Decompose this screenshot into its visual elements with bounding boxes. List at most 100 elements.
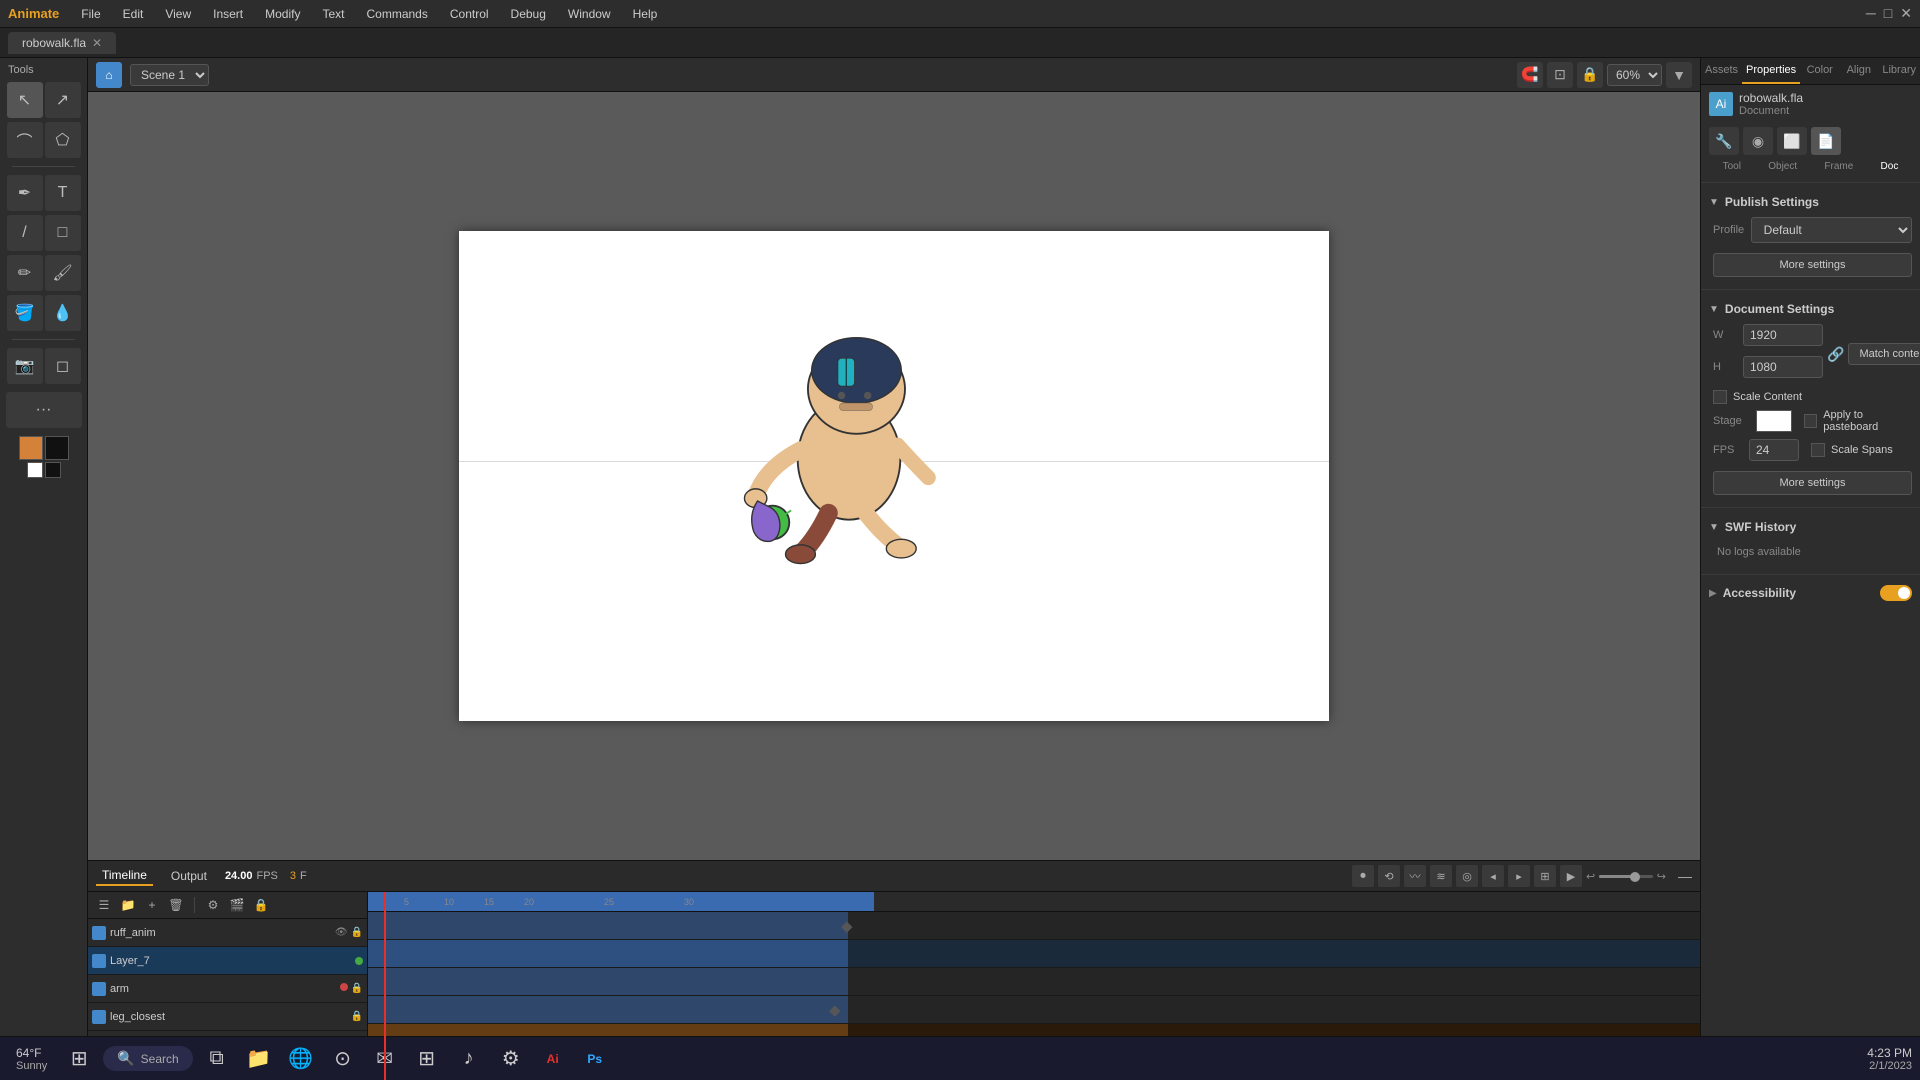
doc-tab[interactable]: 📄 [1811,127,1841,155]
object-tab[interactable]: ◉ [1743,127,1773,155]
publish-settings-header[interactable]: ▼ Publish Settings [1709,195,1912,209]
menu-commands[interactable]: Commands [357,5,438,23]
file-explorer-btn[interactable]: 📁 [241,1041,277,1077]
tl-easing-btn[interactable]: 〰 [1404,865,1426,887]
minimize-btn[interactable]: ─ [1866,5,1876,22]
snap-btn[interactable]: 🧲 [1517,62,1543,88]
menu-view[interactable]: View [155,5,201,23]
stroke-color-swatch[interactable] [45,436,69,460]
redo-icon[interactable]: ↪ [1657,870,1666,883]
layer-props-btn[interactable]: ⚙ [203,895,223,915]
pencil-tool[interactable]: ✏ [7,255,43,291]
doc-more-settings-btn[interactable]: More settings [1713,471,1912,495]
menu-insert[interactable]: Insert [203,5,253,23]
menu-control[interactable]: Control [440,5,499,23]
lasso-tool[interactable]: ⌒ [7,122,43,158]
apps-btn[interactable]: ⊞ [409,1041,445,1077]
menu-edit[interactable]: Edit [113,5,154,23]
zoom-select[interactable]: 60% [1607,64,1662,86]
ps-btn[interactable]: Ps [577,1041,613,1077]
text-tool[interactable]: T [45,175,81,211]
pen-tool[interactable]: ✒ [7,175,43,211]
line-tool[interactable]: / [7,215,43,251]
maximize-btn[interactable]: □ [1884,5,1892,22]
color-tab[interactable]: Color [1800,58,1839,84]
doc-settings-header[interactable]: ▼ Document Settings [1709,302,1912,316]
fit-btn[interactable]: ⊡ [1547,62,1573,88]
tl-play-btn[interactable]: ▶ [1560,865,1582,887]
swf-history-header[interactable]: ▼ SWF History [1709,520,1912,534]
eraser-tool[interactable]: ◻ [45,348,81,384]
more-tools[interactable]: ··· [6,392,82,428]
lock-icon-arm[interactable]: 🔒 [351,983,363,994]
browser-btn[interactable]: 🌐 [283,1041,319,1077]
accessibility-section[interactable]: ▶ Accessibility [1701,579,1920,607]
assets-tab[interactable]: Assets [1701,58,1742,84]
paint-tool[interactable]: 🪣 [7,295,43,331]
tl-record-btn[interactable]: ⏺ [1352,865,1374,887]
zoom-knob[interactable] [1630,872,1640,882]
lock-icon-ruff[interactable]: 🔒 [351,927,363,938]
rect-tool[interactable]: □ [45,215,81,251]
delete-layer-btn[interactable]: 🗑 [166,895,186,915]
layer-anim-btn[interactable]: 🎬 [227,895,247,915]
match-contents-btn[interactable]: Match contents [1848,343,1920,365]
add-folder-btn[interactable]: 📁 [118,895,138,915]
align-tab[interactable]: Align [1839,58,1878,84]
subselect-tool[interactable]: ↗ [45,82,81,118]
stage-color-picker[interactable] [1756,410,1793,432]
tab-close-btn[interactable]: ✕ [92,36,102,50]
width-input[interactable] [1743,324,1823,346]
black-swatch[interactable] [45,462,61,478]
properties-tab[interactable]: Properties [1742,58,1800,84]
file-tab[interactable]: robowalk.fla ✕ [8,32,116,54]
layer-lock-btn[interactable]: 🔒 [251,895,271,915]
menu-help[interactable]: Help [623,5,668,23]
start-btn[interactable]: ⊞ [61,1041,97,1077]
add-layer-btn[interactable]: + [142,895,162,915]
scale-spans-cb[interactable] [1811,443,1825,457]
settings-btn[interactable]: ⚙ [493,1041,529,1077]
taskview-btn[interactable]: ⧉ [199,1041,235,1077]
tl-ripple-btn[interactable]: ≋ [1430,865,1452,887]
menu-window[interactable]: Window [558,5,621,23]
timeline-tab[interactable]: Timeline [96,866,153,886]
tl-onion-btn[interactable]: ◎ [1456,865,1478,887]
menu-text[interactable]: Text [312,5,354,23]
eyedrop-tool[interactable]: 💧 [45,295,81,331]
frame-tab[interactable]: ⬜ [1777,127,1807,155]
library-tab[interactable]: Library [1878,58,1920,84]
fill-color-swatch[interactable] [19,436,43,460]
timeline-minimize[interactable]: — [1678,868,1692,884]
select-tool[interactable]: ↖ [7,82,43,118]
publish-more-settings-btn[interactable]: More settings [1713,253,1912,277]
close-btn[interactable]: ✕ [1900,5,1912,22]
vis-icon-ruff[interactable]: 👁 [335,927,348,938]
adobe-btn[interactable]: Ai [535,1041,571,1077]
tl-back-btn[interactable]: ◂ [1482,865,1504,887]
profile-select[interactable]: Default [1751,217,1912,243]
white-swatch[interactable] [27,462,43,478]
brush-tool[interactable]: 🖌 [45,255,81,291]
zoom-slider[interactable] [1599,875,1653,878]
polygon-tool[interactable]: ⬠ [45,122,81,158]
layer-layer7[interactable]: Layer_7 [88,947,367,975]
tl-snap-btn[interactable]: ⊞ [1534,865,1556,887]
tl-loop-btn[interactable]: ⟲ [1378,865,1400,887]
lock-btn[interactable]: 🔒 [1577,62,1603,88]
layer-arm[interactable]: arm 🔒 [88,975,367,1003]
accessibility-toggle[interactable] [1880,585,1912,601]
search-bar[interactable]: 🔍 Search [103,1046,192,1071]
fps-input[interactable] [1749,439,1799,461]
chrome-btn[interactable]: ⊙ [325,1041,361,1077]
menu-debug[interactable]: Debug [501,5,556,23]
apply-pasteboard-cb[interactable] [1804,414,1817,428]
layer-ruff-anim[interactable]: ruff_anim 👁 🔒 [88,919,367,947]
playhead[interactable] [384,892,386,1080]
height-input[interactable] [1743,356,1823,378]
tl-fwd-btn[interactable]: ▸ [1508,865,1530,887]
menu-modify[interactable]: Modify [255,5,310,23]
camera-tool[interactable]: 📷 [7,348,43,384]
menu-file[interactable]: File [71,5,110,23]
zoom-dropdown[interactable]: ▼ [1666,62,1692,88]
